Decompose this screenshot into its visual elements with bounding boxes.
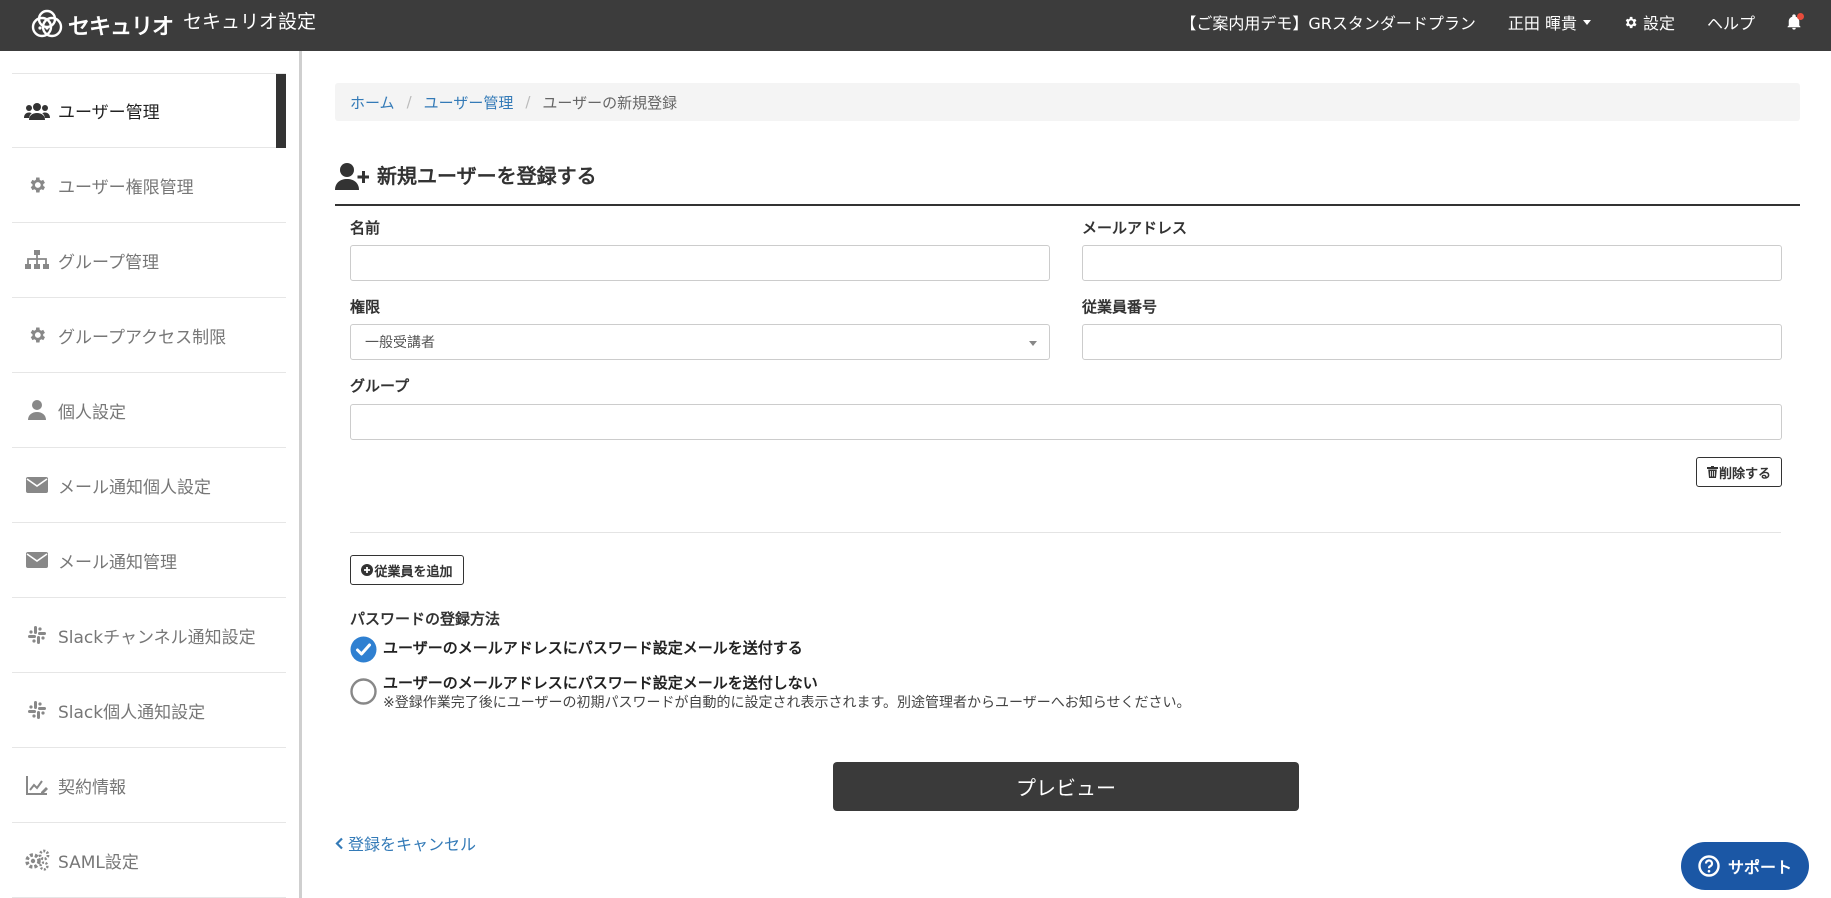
radio-unchecked-icon (350, 678, 377, 705)
password-option-send[interactable]: ユーザーのメールアドレスにパスワード設定メールを送付する (350, 636, 803, 663)
sidebar-item-label: グループ管理 (58, 252, 159, 273)
sidebar-item-slack-channel[interactable]: Slackチャンネル通知設定 (12, 598, 286, 673)
settings-label: 設定 (1642, 14, 1675, 33)
sidebar-item-label: グループアクセス制限 (58, 327, 227, 348)
sidebar-item-label: ユーザー権限管理 (58, 177, 194, 198)
sidebar-item-mail-management[interactable]: メール通知管理 (12, 523, 286, 598)
role-select[interactable]: 一般受講者 (350, 324, 1050, 360)
email-label: メールアドレス (1082, 219, 1188, 237)
gear-icon (22, 325, 52, 345)
cancel-link[interactable]: 登録をキャンセル (335, 831, 476, 855)
radio-checked-icon (350, 636, 377, 663)
chevron-down-icon (1582, 19, 1591, 25)
breadcrumb-user-management[interactable]: ユーザー管理 (424, 92, 514, 113)
delete-button-label: 削除する (1718, 466, 1771, 482)
support-button[interactable]: サポート (1681, 842, 1809, 890)
employee-number-field[interactable] (1082, 324, 1782, 360)
preview-button[interactable]: プレビュー (833, 762, 1299, 811)
password-option-no-send-label: ユーザーのメールアドレスにパスワード設定メールを送付しない (383, 674, 818, 692)
chevron-left-icon (335, 837, 343, 849)
sidebar-item-role-management[interactable]: ユーザー権限管理 (12, 148, 286, 223)
users-icon (22, 102, 52, 120)
email-field[interactable] (1082, 245, 1782, 281)
user-name: 正田 暉貴 (1507, 14, 1577, 33)
sidebar: ユーザー管理 ユーザー権限管理 グループ管理 グループアクセス制限 個人設定 メ… (0, 51, 302, 898)
user-icon (22, 400, 52, 420)
sidebar-item-label: Slackチャンネル通知設定 (58, 627, 256, 648)
chevron-down-icon (1029, 341, 1037, 346)
settings-link[interactable]: 設定 (1623, 10, 1675, 34)
password-option-no-send[interactable]: ユーザーのメールアドレスにパスワード設定メールを送付しない ※登録作業完了後にユ… (350, 673, 1191, 713)
envelope-icon (22, 477, 52, 493)
breadcrumb-home[interactable]: ホーム (350, 92, 395, 113)
cancel-link-label: 登録をキャンセル (348, 835, 477, 854)
sidebar-item-label: Slack個人通知設定 (58, 702, 206, 723)
role-selected-value: 一般受講者 (365, 335, 435, 351)
page-header: 新規ユーザーを登録する (335, 160, 1800, 206)
plus-circle-icon (361, 564, 374, 576)
user-plus-icon (335, 163, 369, 190)
breadcrumb-separator: / (525, 93, 531, 111)
sidebar-item-label: 契約情報 (58, 777, 126, 798)
question-circle-icon (1698, 855, 1720, 877)
sidebar-item-label: ユーザー管理 (58, 103, 160, 123)
top-header: セキュリオ セキュリオ設定 【ご案内用デモ】GRスタンダードプラン 正田 暉貴 … (0, 0, 1831, 51)
sidebar-item-group-access[interactable]: グループアクセス制限 (12, 298, 286, 373)
sidebar-item-label: 個人設定 (58, 402, 126, 423)
password-option-note: ※登録作業完了後にユーザーの初期パスワードが自動的に設定され表示されます。別途管… (383, 695, 1191, 711)
breadcrumb-separator: / (406, 93, 412, 111)
slack-icon (22, 701, 52, 719)
slack-icon (22, 626, 52, 644)
support-label: サポート (1727, 858, 1792, 877)
sitemap-icon (22, 250, 52, 270)
sidebar-item-group-management[interactable]: グループ管理 (12, 223, 286, 298)
sidebar-item-label: メール通知個人設定 (58, 477, 211, 498)
name-label: 名前 (350, 219, 381, 237)
help-link[interactable]: ヘルプ (1707, 10, 1755, 34)
name-field[interactable] (350, 245, 1050, 281)
sidebar-item-label: メール通知管理 (58, 552, 177, 573)
breadcrumb-current: ユーザーの新規登録 (542, 93, 678, 112)
logo-mark-icon (31, 9, 63, 38)
top-nav: 【ご案内用デモ】GRスタンダードプラン 正田 暉貴 設定 ヘルプ (1180, 0, 1831, 44)
password-option-no-send-text: ユーザーのメールアドレスにパスワード設定メールを送付しない ※登録作業完了後にユ… (383, 673, 1191, 713)
gear-icon (1625, 16, 1637, 28)
logo-text: セキュリオ (68, 15, 174, 40)
gear-icon (22, 175, 52, 195)
sidebar-item-contract[interactable]: 契約情報 (12, 748, 286, 823)
sidebar-item-label: SAML設定 (58, 852, 139, 873)
notification-badge (1797, 13, 1804, 20)
sidebar-item-saml[interactable]: SAML設定 (12, 823, 286, 898)
notification-button[interactable] (1787, 13, 1804, 30)
breadcrumb: ホーム / ユーザー管理 / ユーザーの新規登録 (335, 83, 1800, 121)
chart-edit-icon (22, 775, 52, 795)
role-label: 権限 (350, 298, 381, 316)
group-label: グループ (350, 377, 410, 395)
sidebar-item-slack-personal[interactable]: Slack個人通知設定 (12, 673, 286, 748)
password-method-label: パスワードの登録方法 (350, 610, 501, 628)
page-title: 新規ユーザーを登録する (377, 164, 597, 188)
password-option-send-label: ユーザーのメールアドレスにパスワード設定メールを送付する (383, 639, 803, 657)
sidebar-item-user-management[interactable]: ユーザー管理 (12, 73, 286, 148)
user-menu[interactable]: 正田 暉貴 (1508, 10, 1591, 34)
add-employee-button[interactable]: 従業員を追加 (350, 555, 464, 585)
employee-number-label: 従業員番号 (1082, 298, 1158, 316)
trash-icon (1706, 466, 1718, 478)
app-logo[interactable]: セキュリオ (30, 9, 174, 41)
group-field[interactable] (350, 404, 1782, 440)
app-title: セキュリオ設定 (183, 11, 317, 33)
gears-icon (22, 849, 52, 871)
sidebar-item-mail-personal[interactable]: メール通知個人設定 (12, 448, 286, 523)
envelope-icon (22, 552, 52, 568)
add-employee-label: 従業員を追加 (374, 564, 453, 580)
sidebar-item-personal-settings[interactable]: 個人設定 (12, 373, 286, 448)
delete-button[interactable]: 削除する (1696, 457, 1782, 487)
plan-label: 【ご案内用デモ】GRスタンダードプラン (1180, 14, 1476, 33)
section-divider (350, 532, 1781, 533)
